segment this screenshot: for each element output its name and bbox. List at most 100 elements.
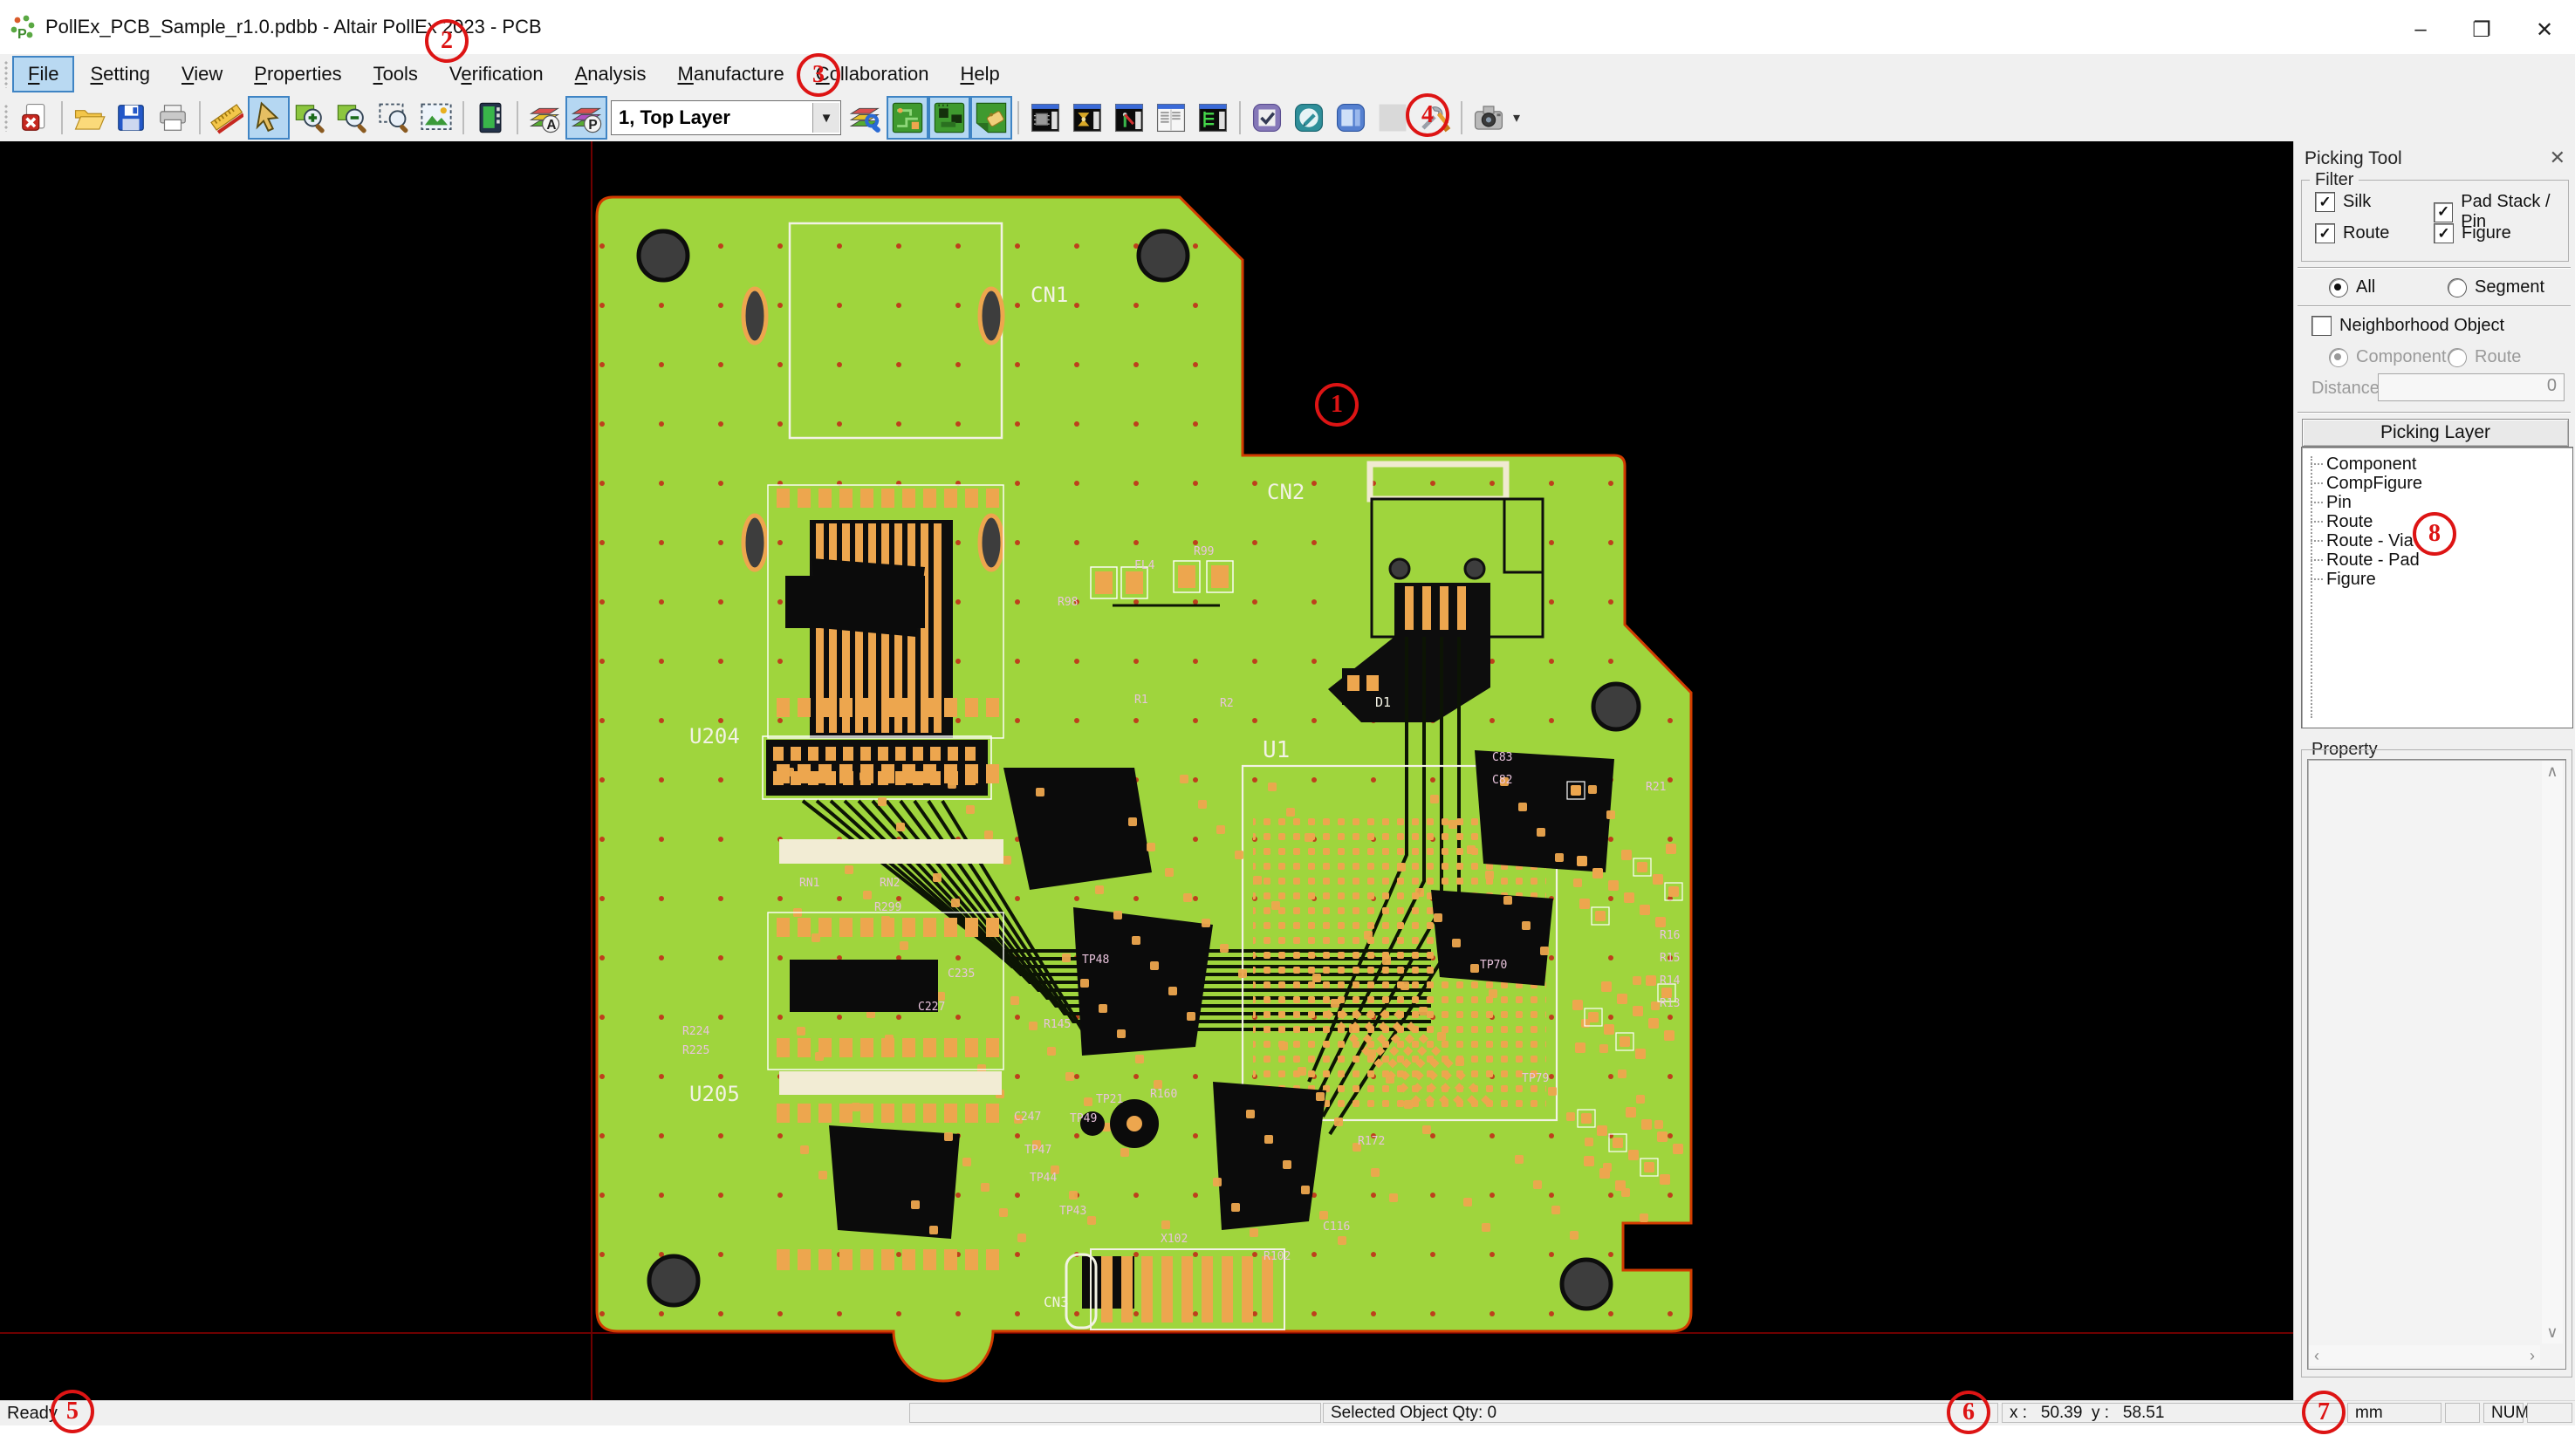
- print-button[interactable]: [152, 96, 194, 140]
- divider: [2298, 305, 2571, 307]
- layer-list-item-compfigure[interactable]: CompFigure: [2302, 474, 2572, 493]
- panel-app-button[interactable]: [1330, 96, 1372, 140]
- dropdown-arrow-icon[interactable]: ▼: [812, 103, 839, 133]
- neighborhood-object-checkbox[interactable]: Neighborhood Object: [2311, 316, 2504, 336]
- component-window-button[interactable]: [1024, 96, 1066, 140]
- status-selected-qty: Selected Object Qty: 0: [1323, 1403, 1998, 1423]
- pcb-canvas[interactable]: CN1CN2U1U204U205CN3D1FL4R99R98R1R2RN1RN2…: [0, 141, 2293, 1400]
- scroll-right-icon[interactable]: ›: [2530, 1347, 2535, 1365]
- pcb-ref-label: X102: [1161, 1233, 1188, 1246]
- property-vscrollbar[interactable]: ∧ ∨: [2542, 761, 2563, 1343]
- measure-ruler-button[interactable]: [206, 96, 248, 140]
- layer-settings-button[interactable]: [845, 96, 887, 140]
- silk-checkbox[interactable]: ✓ Silk: [2315, 192, 2371, 212]
- segment-radio[interactable]: Segment: [2448, 277, 2544, 297]
- pcb-ref-label: C82: [1492, 774, 1512, 787]
- panel-close-icon[interactable]: ✕: [2550, 147, 2565, 169]
- pcb-ref-label: R1: [1134, 694, 1148, 707]
- zoom-fit-icon: [420, 101, 453, 134]
- route-radio-disabled: Route: [2448, 347, 2521, 367]
- figure-checkbox[interactable]: ✓ Figure: [2434, 223, 2511, 243]
- save-file-button[interactable]: [110, 96, 152, 140]
- pcb-export-button[interactable]: [970, 96, 1012, 140]
- pcb-ref-label: TP48: [1082, 954, 1109, 967]
- scroll-left-icon[interactable]: ‹: [2314, 1347, 2319, 1365]
- toolbar-grip-handle[interactable]: [3, 104, 9, 132]
- pcb-route-button[interactable]: [887, 96, 928, 140]
- all-radio-dot[interactable]: [2329, 278, 2348, 297]
- route-checkbox[interactable]: ✓ Route: [2315, 223, 2389, 243]
- origin-window-button[interactable]: [1108, 96, 1150, 140]
- tree-window-button[interactable]: [1192, 96, 1234, 140]
- pcb-route-icon: [891, 101, 924, 134]
- layer-list-item-figure[interactable]: Figure: [2302, 570, 2572, 589]
- pcb-ref-label: R225: [682, 1044, 709, 1057]
- board-display-icon: [474, 101, 507, 134]
- zoom-window-button[interactable]: [373, 96, 415, 140]
- menu-item-manufacture[interactable]: Manufacture: [664, 58, 798, 91]
- pcb-ref-label: FL4: [1134, 559, 1155, 572]
- pcb-ref-label: C235: [948, 967, 975, 981]
- pcb-ref-label: TP47: [1024, 1144, 1051, 1157]
- all-radio[interactable]: All: [2329, 277, 2375, 297]
- layer-stack-p-button[interactable]: P: [565, 96, 607, 140]
- pcb-component-button[interactable]: [928, 96, 970, 140]
- menu-item-setting[interactable]: Setting: [76, 58, 164, 91]
- layer-select-dropdown[interactable]: 1, Top Layer▼: [611, 100, 841, 135]
- toolbar: AP1, Top Layer▼ ▾: [0, 94, 2575, 141]
- status-coordinates: x : 50.39 y : 58.51: [2002, 1403, 2344, 1423]
- open-file-button[interactable]: [68, 96, 110, 140]
- scroll-down-icon[interactable]: ∨: [2546, 1323, 2558, 1342]
- picking-layer-list[interactable]: ComponentCompFigurePinRouteRoute - ViaRo…: [2301, 447, 2573, 728]
- board-display-button[interactable]: [469, 96, 511, 140]
- property-hscrollbar[interactable]: ‹ ›: [2309, 1345, 2540, 1366]
- segment-radio-dot[interactable]: [2448, 278, 2467, 297]
- open-file-icon: [72, 101, 106, 134]
- pcb-ref-label: R15: [1660, 952, 1680, 965]
- camera-button[interactable]: [1468, 96, 1510, 140]
- pcb-ref-label: RN1: [799, 877, 819, 890]
- distance-input[interactable]: 0: [2378, 373, 2565, 401]
- layer-list-item-component[interactable]: Component: [2302, 455, 2572, 474]
- zoom-fit-button[interactable]: [415, 96, 457, 140]
- neighborhood-object-checkbox-box[interactable]: [2311, 316, 2332, 336]
- minimize-button[interactable]: –: [2393, 12, 2448, 47]
- panel-app-icon: [1334, 101, 1367, 134]
- pcb-label-u1: U1: [1263, 737, 1290, 763]
- edit-app-button[interactable]: [1288, 96, 1330, 140]
- menu-item-file[interactable]: File: [14, 58, 72, 91]
- layer-stack-a-button[interactable]: A: [524, 96, 565, 140]
- annotation-circle-1: 1: [1315, 383, 1359, 427]
- zoom-out-button[interactable]: [332, 96, 373, 140]
- route-checkbox-box[interactable]: ✓: [2315, 223, 2335, 243]
- menu-item-properties[interactable]: Properties: [240, 58, 355, 91]
- select-cursor-icon: [252, 101, 285, 134]
- scroll-up-icon[interactable]: ∧: [2546, 762, 2558, 781]
- net-window-button[interactable]: [1066, 96, 1108, 140]
- toolbar-separator: [517, 101, 518, 134]
- zoom-in-button[interactable]: [290, 96, 332, 140]
- toolbar-separator: [462, 101, 464, 134]
- silk-checkbox-box[interactable]: ✓: [2315, 192, 2335, 212]
- menu-item-tools[interactable]: Tools: [360, 58, 432, 91]
- property-text-area[interactable]: [2307, 759, 2566, 1370]
- menu-bar: FileSettingViewPropertiesToolsVerificati…: [0, 54, 2575, 95]
- verify-app-button[interactable]: [1246, 96, 1288, 140]
- toolbar-overflow-chevron-icon[interactable]: ▾: [1513, 109, 1520, 126]
- picking-layer-button[interactable]: Picking Layer: [2302, 419, 2569, 447]
- save-file-icon: [114, 101, 147, 134]
- menu-grip-handle[interactable]: [3, 60, 9, 88]
- menu-item-verification[interactable]: Verification: [435, 58, 558, 91]
- pcb-ref-label: R224: [682, 1025, 709, 1038]
- figure-checkbox-box[interactable]: ✓: [2434, 223, 2454, 243]
- layer-list-item-pin[interactable]: Pin: [2302, 493, 2572, 512]
- menu-item-help[interactable]: Help: [946, 58, 1013, 91]
- pad-stack-pin-checkbox-box[interactable]: ✓: [2434, 202, 2453, 222]
- list-window-button[interactable]: [1150, 96, 1192, 140]
- close-button[interactable]: ✕: [2517, 12, 2572, 47]
- restore-button[interactable]: ❐: [2454, 12, 2510, 47]
- select-cursor-button[interactable]: [248, 96, 290, 140]
- menu-item-view[interactable]: View: [168, 58, 236, 91]
- menu-item-analysis[interactable]: Analysis: [561, 58, 661, 91]
- close-document-button[interactable]: [14, 96, 56, 140]
